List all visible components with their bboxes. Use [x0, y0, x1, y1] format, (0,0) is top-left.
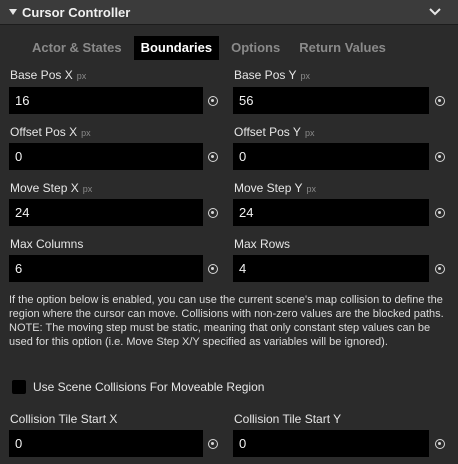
- base-pos-y-input[interactable]: 56: [233, 87, 429, 114]
- variable-target-icon[interactable]: [208, 96, 218, 106]
- collision-tile-start-y-input[interactable]: 0: [233, 430, 429, 457]
- tab-actor-states[interactable]: Actor & States: [25, 36, 129, 60]
- variable-target-icon[interactable]: [435, 208, 445, 218]
- variable-target-icon[interactable]: [435, 96, 445, 106]
- max-columns-input[interactable]: 6: [9, 255, 203, 282]
- offset-pos-y-unit: px: [304, 128, 315, 138]
- max-rows-label: Max Rows: [234, 237, 291, 251]
- panel-header[interactable]: Cursor Controller: [0, 0, 458, 25]
- move-step-y-input[interactable]: 24: [233, 199, 429, 226]
- offset-pos-x-input[interactable]: 0: [9, 143, 203, 170]
- scene-collisions-checkbox[interactable]: [12, 380, 26, 394]
- offset-pos-y-label-text: Offset Pos Y: [234, 125, 301, 139]
- variable-target-icon[interactable]: [208, 152, 218, 162]
- offset-pos-x-label: Offset Pos Xpx: [10, 125, 91, 139]
- tab-bar: Actor & States Boundaries Options Return…: [25, 36, 398, 60]
- variable-target-icon[interactable]: [435, 152, 445, 162]
- panel-title: Cursor Controller: [22, 5, 131, 20]
- move-step-x-input[interactable]: 24: [9, 199, 203, 226]
- variable-target-icon[interactable]: [435, 264, 445, 274]
- move-step-y-label-text: Move Step Y: [234, 181, 303, 195]
- move-step-x-unit: px: [82, 184, 93, 194]
- variable-target-icon[interactable]: [208, 264, 218, 274]
- collision-tile-start-x-label: Collision Tile Start X: [10, 412, 118, 426]
- chevron-down-icon[interactable]: [428, 6, 442, 18]
- base-pos-y-label: Base Pos Ypx: [234, 68, 310, 82]
- variable-target-icon[interactable]: [208, 208, 218, 218]
- collapse-caret-icon[interactable]: [8, 6, 18, 18]
- base-pos-y-unit: px: [300, 71, 310, 81]
- tab-options[interactable]: Options: [224, 36, 287, 60]
- variable-target-icon[interactable]: [208, 439, 218, 449]
- move-step-x-label-text: Move Step X: [10, 181, 79, 195]
- offset-pos-y-label: Offset Pos Ypx: [234, 125, 314, 139]
- base-pos-x-unit: px: [76, 71, 87, 81]
- scene-collision-description: If the option below is enabled, you can …: [9, 294, 444, 348]
- base-pos-x-input[interactable]: 16: [9, 87, 203, 114]
- collision-tile-start-x-input[interactable]: 0: [9, 430, 203, 457]
- offset-pos-y-input[interactable]: 0: [233, 143, 429, 170]
- base-pos-x-label: Base Pos Xpx: [10, 68, 86, 82]
- variable-target-icon[interactable]: [435, 439, 445, 449]
- move-step-x-label: Move Step Xpx: [10, 181, 92, 195]
- offset-pos-x-unit: px: [81, 128, 91, 138]
- max-columns-label: Max Columns: [10, 237, 84, 251]
- tab-return-values[interactable]: Return Values: [292, 36, 393, 60]
- tab-boundaries[interactable]: Boundaries: [133, 36, 220, 60]
- base-pos-y-label-text: Base Pos Y: [234, 68, 297, 82]
- scene-collisions-label[interactable]: Use Scene Collisions For Moveable Region: [33, 380, 264, 394]
- move-step-y-label: Move Step Ypx: [234, 181, 316, 195]
- base-pos-x-label-text: Base Pos X: [10, 68, 73, 82]
- cursor-controller-panel: Cursor Controller Actor & States Boundar…: [0, 0, 458, 464]
- move-step-y-unit: px: [306, 184, 316, 194]
- collision-tile-start-y-label: Collision Tile Start Y: [234, 412, 342, 426]
- max-rows-input[interactable]: 4: [233, 255, 429, 282]
- offset-pos-x-label-text: Offset Pos X: [10, 125, 78, 139]
